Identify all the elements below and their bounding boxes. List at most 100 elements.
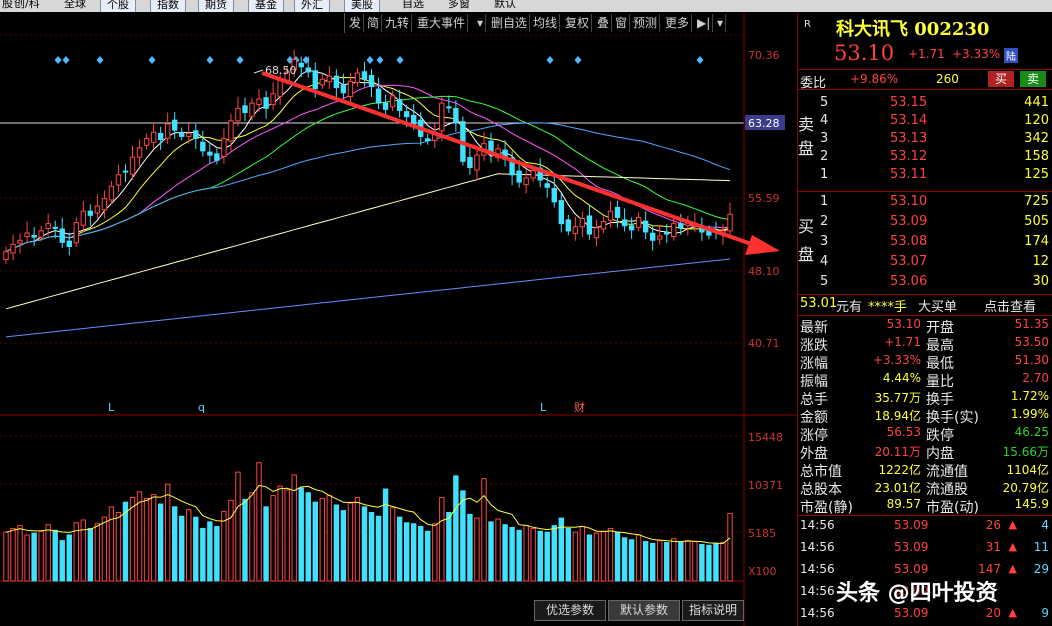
bid-row: 1 53.10 725 bbox=[798, 194, 1052, 212]
candle-body bbox=[326, 75, 333, 83]
tab-futures[interactable]: 期货 bbox=[198, 0, 234, 12]
volume-bar bbox=[242, 498, 248, 582]
candle-body bbox=[256, 98, 262, 105]
candle-body bbox=[80, 210, 87, 226]
volume-bar bbox=[551, 525, 557, 582]
stat-value: 4.44% bbox=[882, 371, 921, 385]
volume-bar bbox=[509, 526, 515, 582]
volume-bar bbox=[228, 499, 234, 582]
candle-body bbox=[614, 206, 621, 218]
volume-bar bbox=[326, 495, 333, 582]
preferred-params-button[interactable]: 优选参数 bbox=[534, 600, 606, 621]
ask-price: 53.12 bbox=[890, 149, 928, 164]
stat-label: 内盘 bbox=[926, 446, 954, 462]
buy-button[interactable]: 买 bbox=[988, 71, 1014, 87]
volume-bar bbox=[607, 527, 614, 582]
order-ratio-value: 260 bbox=[936, 72, 959, 86]
bid-volume: 174 bbox=[1024, 234, 1049, 249]
marker-q: q bbox=[198, 401, 205, 414]
volume-bar bbox=[628, 539, 635, 582]
volume-bar bbox=[727, 512, 733, 582]
stat-row: 涨停 56.53 跌停 46.25 bbox=[798, 425, 1052, 444]
tab-individual-stock[interactable]: 个股 bbox=[100, 0, 136, 12]
tab-global[interactable]: 全球 bbox=[64, 0, 86, 11]
volume-bar bbox=[396, 516, 403, 582]
volume-bar bbox=[544, 531, 550, 582]
marker-l-1: L bbox=[108, 401, 115, 414]
stat-row: 总市值 1222亿 流通值 1104亿 bbox=[798, 461, 1052, 480]
volume-bar bbox=[38, 530, 44, 582]
stat-value: 53.10 bbox=[886, 317, 921, 331]
stat-label: 涨停 bbox=[800, 428, 828, 444]
stat-label: 跌停 bbox=[926, 428, 954, 444]
volume-bar bbox=[136, 491, 143, 582]
candle-body bbox=[228, 120, 234, 142]
tab-star-market[interactable]: 创/科 bbox=[14, 0, 40, 11]
stat-value: 56.53 bbox=[886, 425, 921, 439]
stat-label: 市盈(静) bbox=[800, 500, 853, 516]
volume-bar bbox=[312, 501, 318, 582]
volume-bar bbox=[439, 496, 445, 582]
bid-price: 53.08 bbox=[890, 234, 928, 249]
candle-body bbox=[396, 99, 403, 111]
candle-body bbox=[3, 251, 9, 261]
default-params-button[interactable]: 默认参数 bbox=[608, 600, 680, 621]
kline-chart[interactable]: 70.36 63.28 55.59 48.10 40.71 15448 1037… bbox=[0, 13, 797, 626]
tick-volume: 26 bbox=[985, 518, 1001, 532]
tab-forex[interactable]: 外汇 bbox=[294, 0, 330, 12]
volume-bar bbox=[17, 525, 23, 582]
tab-stock[interactable]: 股 bbox=[2, 0, 13, 11]
volume-bar bbox=[403, 522, 410, 582]
candle-body bbox=[474, 154, 480, 171]
bid-row: 2 53.09 505 bbox=[798, 214, 1052, 232]
stat-label: 总手 bbox=[800, 392, 828, 408]
volume-bar bbox=[284, 489, 290, 582]
event-markers bbox=[54, 56, 704, 64]
candle-body bbox=[45, 223, 51, 229]
candle-body bbox=[361, 71, 368, 80]
volume-bar bbox=[10, 527, 16, 582]
volume-bar bbox=[207, 521, 213, 582]
volume-bar bbox=[143, 497, 150, 582]
volume-bar bbox=[115, 511, 122, 582]
bid-row: 5 53.06 30 bbox=[798, 274, 1052, 292]
candle-body bbox=[544, 183, 550, 188]
tab-default[interactable]: 默认 bbox=[494, 0, 516, 11]
volume-bar bbox=[572, 531, 579, 582]
stat-row: 金额 18.94亿 换手(实) 1.99% bbox=[798, 407, 1052, 426]
ask-volume: 125 bbox=[1024, 167, 1049, 182]
volume-bar bbox=[347, 502, 354, 582]
quote-panel: R 科大讯飞 002230 53.10 +1.71 +3.33% 陆 委比 +9… bbox=[797, 13, 1052, 626]
candle-body bbox=[678, 223, 684, 229]
volume-bar bbox=[488, 521, 494, 582]
tab-watchlist[interactable]: 自选 bbox=[402, 0, 424, 11]
ask-volume: 441 bbox=[1024, 95, 1049, 110]
candle-body bbox=[467, 157, 473, 169]
volume-bar bbox=[31, 532, 37, 582]
price-tick-3: 55.59 bbox=[748, 192, 780, 205]
volume-bar bbox=[720, 542, 726, 582]
candle-body bbox=[579, 217, 586, 228]
candle-body bbox=[10, 243, 16, 254]
candle-body bbox=[122, 170, 129, 173]
stat-label: 量比 bbox=[926, 374, 954, 390]
candle-body bbox=[270, 93, 276, 106]
sell-button[interactable]: 卖 bbox=[1020, 71, 1046, 87]
indicator-help-button[interactable]: 指标说明 bbox=[682, 600, 744, 621]
volume-bar bbox=[193, 516, 199, 582]
tab-us-stocks[interactable]: 美股 bbox=[344, 0, 380, 12]
order-ratio-pct: +9.86% bbox=[850, 72, 899, 86]
big-order-view-link[interactable]: 点击查看 bbox=[984, 296, 1036, 315]
tab-index[interactable]: 指数 bbox=[150, 0, 186, 12]
candle-body bbox=[727, 213, 733, 232]
ask-price: 53.14 bbox=[890, 113, 928, 128]
up-arrow-icon: ▲ bbox=[1008, 518, 1017, 531]
tab-funds[interactable]: 基金 bbox=[248, 0, 284, 12]
candle-body bbox=[649, 232, 656, 241]
event-diamond-icon bbox=[376, 56, 384, 64]
tab-multi-window[interactable]: 多窗 bbox=[448, 0, 470, 11]
stat-value: 20.79亿 bbox=[1002, 481, 1049, 495]
volume-bar bbox=[453, 475, 459, 582]
volume-bar bbox=[361, 506, 368, 582]
stat-value: 1222亿 bbox=[878, 463, 921, 477]
